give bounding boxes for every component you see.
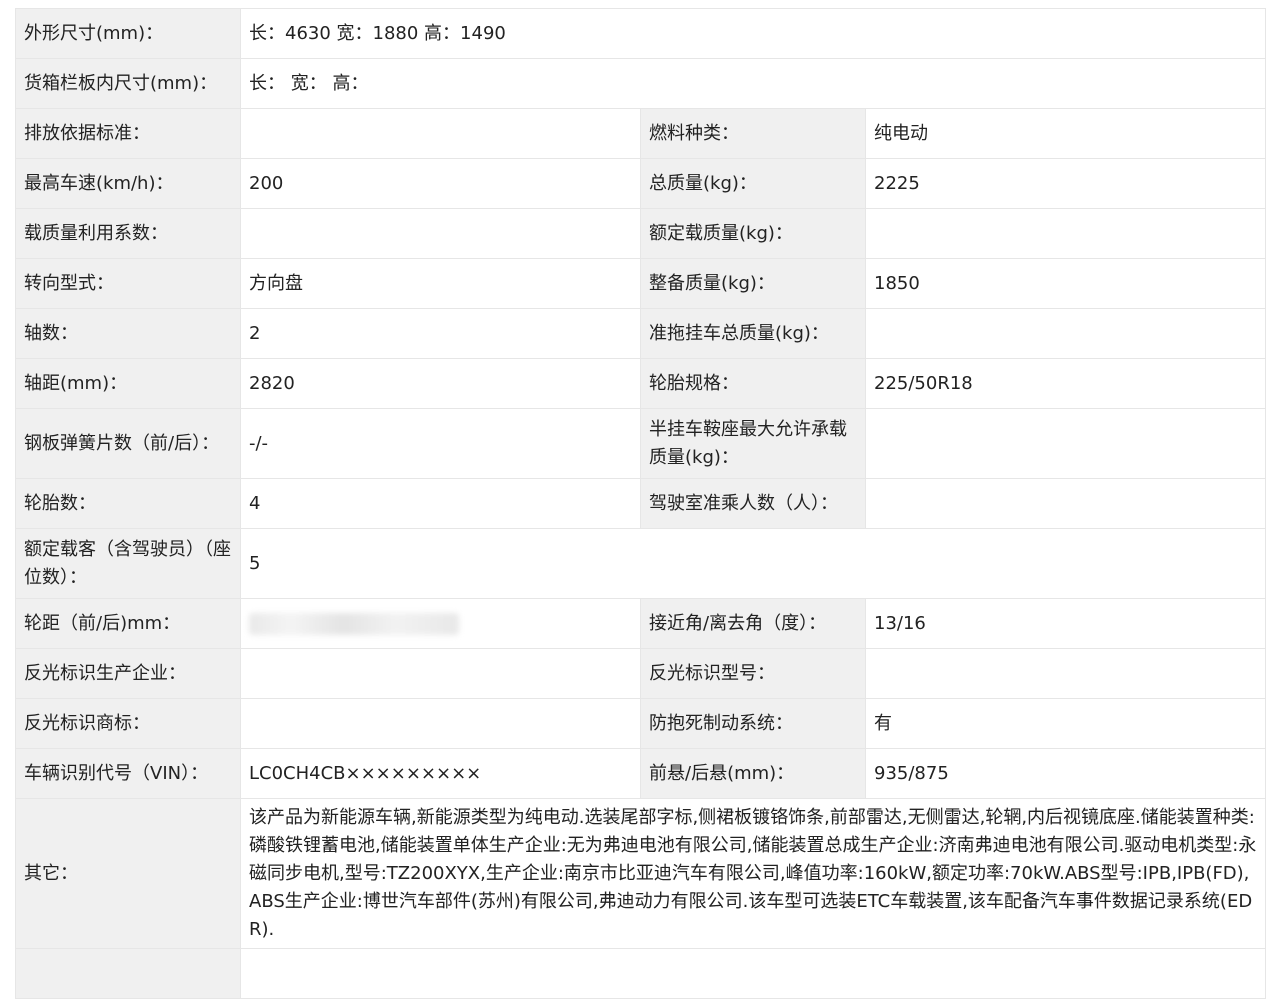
value-reflector-maker — [240, 648, 641, 699]
label-rated-load: 额定载质量(kg)： — [640, 208, 866, 259]
value-dimensions: 长：4630 宽：1880 高：1490 — [239, 8, 1267, 59]
table-row: 轴数： 2 准拖挂车总质量(kg)： — [15, 308, 1267, 359]
label-wheelbase: 轴距(mm)： — [15, 358, 241, 409]
value-max-speed: 200 — [240, 158, 641, 209]
value-wheelbase: 2820 — [240, 358, 641, 409]
table-row: 轴距(mm)： 2820 轮胎规格： 225/50R18 — [15, 358, 1267, 409]
vehicle-spec-table: 外形尺寸(mm)： 长：4630 宽：1880 高：1490 货箱栏板内尺寸(m… — [15, 8, 1267, 999]
label-fifth-wheel-load: 半挂车鞍座最大允许承载质量(kg)： — [640, 408, 866, 479]
table-row — [15, 948, 1267, 999]
value-load-utilization — [240, 208, 641, 259]
table-row: 反光标识生产企业： 反光标识型号： — [15, 648, 1267, 699]
label-emission-standard: 排放依据标准： — [15, 108, 241, 159]
value-tire-count: 4 — [240, 478, 641, 529]
table-row: 载质量利用系数： 额定载质量(kg)： — [15, 208, 1267, 259]
table-row: 排放依据标准： 燃料种类： 纯电动 — [15, 108, 1267, 159]
label-tire-count: 轮胎数： — [15, 478, 241, 529]
redacted-value — [249, 612, 459, 635]
label-track-width: 轮距（前/后)mm： — [15, 598, 241, 649]
table-row: 轮胎数： 4 驾驶室准乘人数（人）： — [15, 478, 1267, 529]
value-curb-mass: 1850 — [864, 258, 1267, 309]
label-steering-type: 转向型式： — [15, 258, 241, 309]
value-fifth-wheel-load — [864, 408, 1267, 479]
table-row: 轮距（前/后)mm： 接近角/离去角（度）： 13/16 — [15, 598, 1267, 649]
value-steering-type: 方向盘 — [240, 258, 641, 309]
value-leaf-springs: -/- — [240, 408, 641, 479]
label-curb-mass: 整备质量(kg)： — [640, 258, 866, 309]
label-abs: 防抱死制动系统： — [640, 698, 866, 749]
table-row: 外形尺寸(mm)： 长：4630 宽：1880 高：1490 — [15, 8, 1267, 59]
label-axle-count: 轴数： — [15, 308, 241, 359]
value-cargo-box-size: 长： 宽： 高： — [239, 58, 1267, 109]
value-track-width — [240, 598, 641, 649]
label-tire-spec: 轮胎规格： — [640, 358, 866, 409]
value-approach-departure-angle: 13/16 — [864, 598, 1267, 649]
value-rated-load — [864, 208, 1267, 259]
value-total-mass: 2225 — [864, 158, 1267, 209]
value-other: 该产品为新能源车辆,新能源类型为纯电动.选装尾部字标,侧裙板镀铬饰条,前部雷达,… — [239, 798, 1267, 949]
table-row: 车辆识别代号（VIN）： LC0CH4CB××××××××× 前悬/后悬(mm)… — [15, 748, 1267, 799]
label-approach-departure-angle: 接近角/离去角（度）： — [640, 598, 866, 649]
label-overhang: 前悬/后悬(mm)： — [640, 748, 866, 799]
label-total-mass: 总质量(kg)： — [640, 158, 866, 209]
table-row: 转向型式： 方向盘 整备质量(kg)： 1850 — [15, 258, 1267, 309]
table-row: 其它： 该产品为新能源车辆,新能源类型为纯电动.选装尾部字标,侧裙板镀铬饰条,前… — [15, 798, 1267, 949]
label-load-utilization: 载质量利用系数： — [15, 208, 241, 259]
table-row: 货箱栏板内尺寸(mm)： 长： 宽： 高： — [15, 58, 1267, 109]
value-reflector-trademark — [240, 698, 641, 749]
value-trailer-mass — [864, 308, 1267, 359]
value-fuel-type: 纯电动 — [864, 108, 1267, 159]
table-row: 额定载客（含驾驶员）（座位数）： 5 — [15, 528, 1267, 599]
label-reflector-trademark: 反光标识商标： — [15, 698, 241, 749]
label-other: 其它： — [15, 798, 241, 949]
table-row: 反光标识商标： 防抱死制动系统： 有 — [15, 698, 1267, 749]
value-axle-count: 2 — [240, 308, 641, 359]
label-max-speed: 最高车速(km/h)： — [15, 158, 241, 209]
value-overhang: 935/875 — [864, 748, 1267, 799]
table-row: 最高车速(km/h)： 200 总质量(kg)： 2225 — [15, 158, 1267, 209]
value-reflector-model — [864, 648, 1267, 699]
value-tire-spec: 225/50R18 — [864, 358, 1267, 409]
value-emission-standard — [240, 108, 641, 159]
value-empty — [239, 948, 1267, 999]
label-cargo-box-size: 货箱栏板内尺寸(mm)： — [15, 58, 241, 109]
table-row: 钢板弹簧片数（前/后）： -/- 半挂车鞍座最大允许承载质量(kg)： — [15, 408, 1267, 479]
value-seating-capacity: 5 — [239, 528, 1267, 599]
label-reflector-model: 反光标识型号： — [640, 648, 866, 699]
value-abs: 有 — [864, 698, 1267, 749]
label-seating-capacity: 额定载客（含驾驶员）（座位数）： — [15, 528, 241, 599]
label-vin: 车辆识别代号（VIN）： — [15, 748, 241, 799]
label-trailer-mass: 准拖挂车总质量(kg)： — [640, 308, 866, 359]
label-dimensions: 外形尺寸(mm)： — [15, 8, 241, 59]
label-reflector-maker: 反光标识生产企业： — [15, 648, 241, 699]
label-fuel-type: 燃料种类： — [640, 108, 866, 159]
value-cab-capacity — [864, 478, 1267, 529]
label-empty — [15, 948, 241, 999]
value-vin: LC0CH4CB××××××××× — [240, 748, 641, 799]
label-cab-capacity: 驾驶室准乘人数（人）： — [640, 478, 866, 529]
label-leaf-springs: 钢板弹簧片数（前/后）： — [15, 408, 241, 479]
